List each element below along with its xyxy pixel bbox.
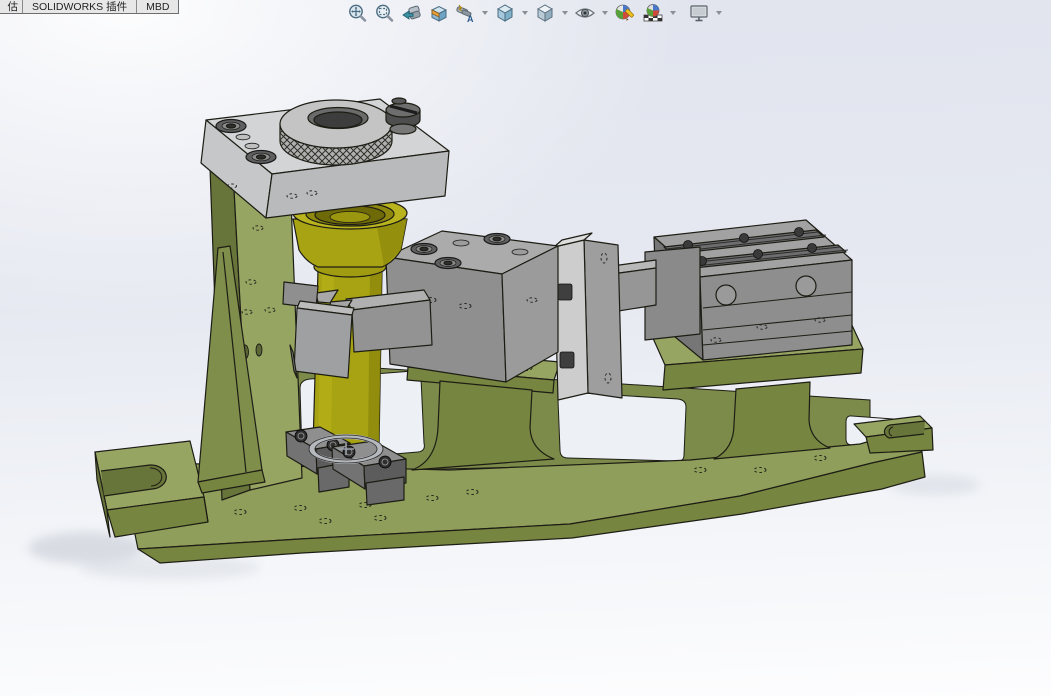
- cylinder-port: [715, 284, 737, 306]
- apply-scene-button[interactable]: [641, 1, 665, 25]
- slotted-thumb-screw[interactable]: [385, 97, 421, 135]
- cylinder-port: [795, 275, 817, 297]
- tab-solidworks-add-ins[interactable]: SOLIDWORKS 插件: [23, 0, 138, 13]
- coupling-flange-plates[interactable]: [553, 232, 623, 401]
- zoom-to-fit-icon: [349, 4, 367, 22]
- zoom-to-area-button[interactable]: [373, 2, 396, 25]
- view-settings-dropdown-caret[interactable]: [716, 11, 722, 15]
- zoom-to-area-icon: [376, 4, 394, 22]
- graphics-viewport[interactable]: [0, 0, 1051, 696]
- tab-evaluate[interactable]: 估: [0, 0, 23, 13]
- clamp-bracket-plate[interactable]: [289, 300, 355, 379]
- zoom-to-fit-button[interactable]: [346, 2, 369, 25]
- command-manager-tab-bar: 估 SOLIDWORKS 插件 MBD: [0, 0, 180, 14]
- dynamic-annotation-views-icon: A: [456, 4, 474, 24]
- hide-show-items-button[interactable]: [573, 1, 597, 25]
- knurled-hand-knob[interactable]: [279, 99, 393, 166]
- apply-scene-icon: [643, 4, 663, 22]
- display-style-dropdown-caret[interactable]: [562, 11, 568, 15]
- heads-up-view-toolbar: A: [344, 1, 725, 25]
- previous-view-icon: [402, 5, 421, 20]
- apply-scene-dropdown-caret[interactable]: [670, 11, 676, 15]
- svg-text:A: A: [467, 14, 474, 24]
- view-orientation-dropdown-caret[interactable]: [522, 11, 528, 15]
- display-style-button[interactable]: [533, 1, 557, 25]
- edit-appearance-icon: [615, 4, 635, 21]
- edit-appearance-button[interactable]: [613, 1, 637, 25]
- piston-rod[interactable]: [611, 246, 701, 341]
- display-style-icon: [536, 4, 554, 22]
- solidworks-window: 估 SOLIDWORKS 插件 MBD A: [0, 0, 1051, 696]
- view-settings-button[interactable]: [687, 1, 711, 25]
- dynamic-annotation-views-button[interactable]: A: [454, 2, 477, 25]
- section-view-button[interactable]: [427, 2, 450, 25]
- hide-show-items-icon: [575, 8, 595, 18]
- section-view-icon: [430, 5, 448, 22]
- base-window-center: [557, 391, 687, 462]
- hide-show-items-dropdown-caret[interactable]: [602, 11, 608, 15]
- dynamic-annotation-dropdown-caret[interactable]: [482, 11, 488, 15]
- view-orientation-icon: [496, 4, 514, 22]
- view-orientation-button[interactable]: [493, 1, 517, 25]
- previous-view-button[interactable]: [400, 2, 423, 25]
- view-settings-icon: [690, 5, 708, 22]
- tab-mbd[interactable]: MBD: [137, 0, 178, 13]
